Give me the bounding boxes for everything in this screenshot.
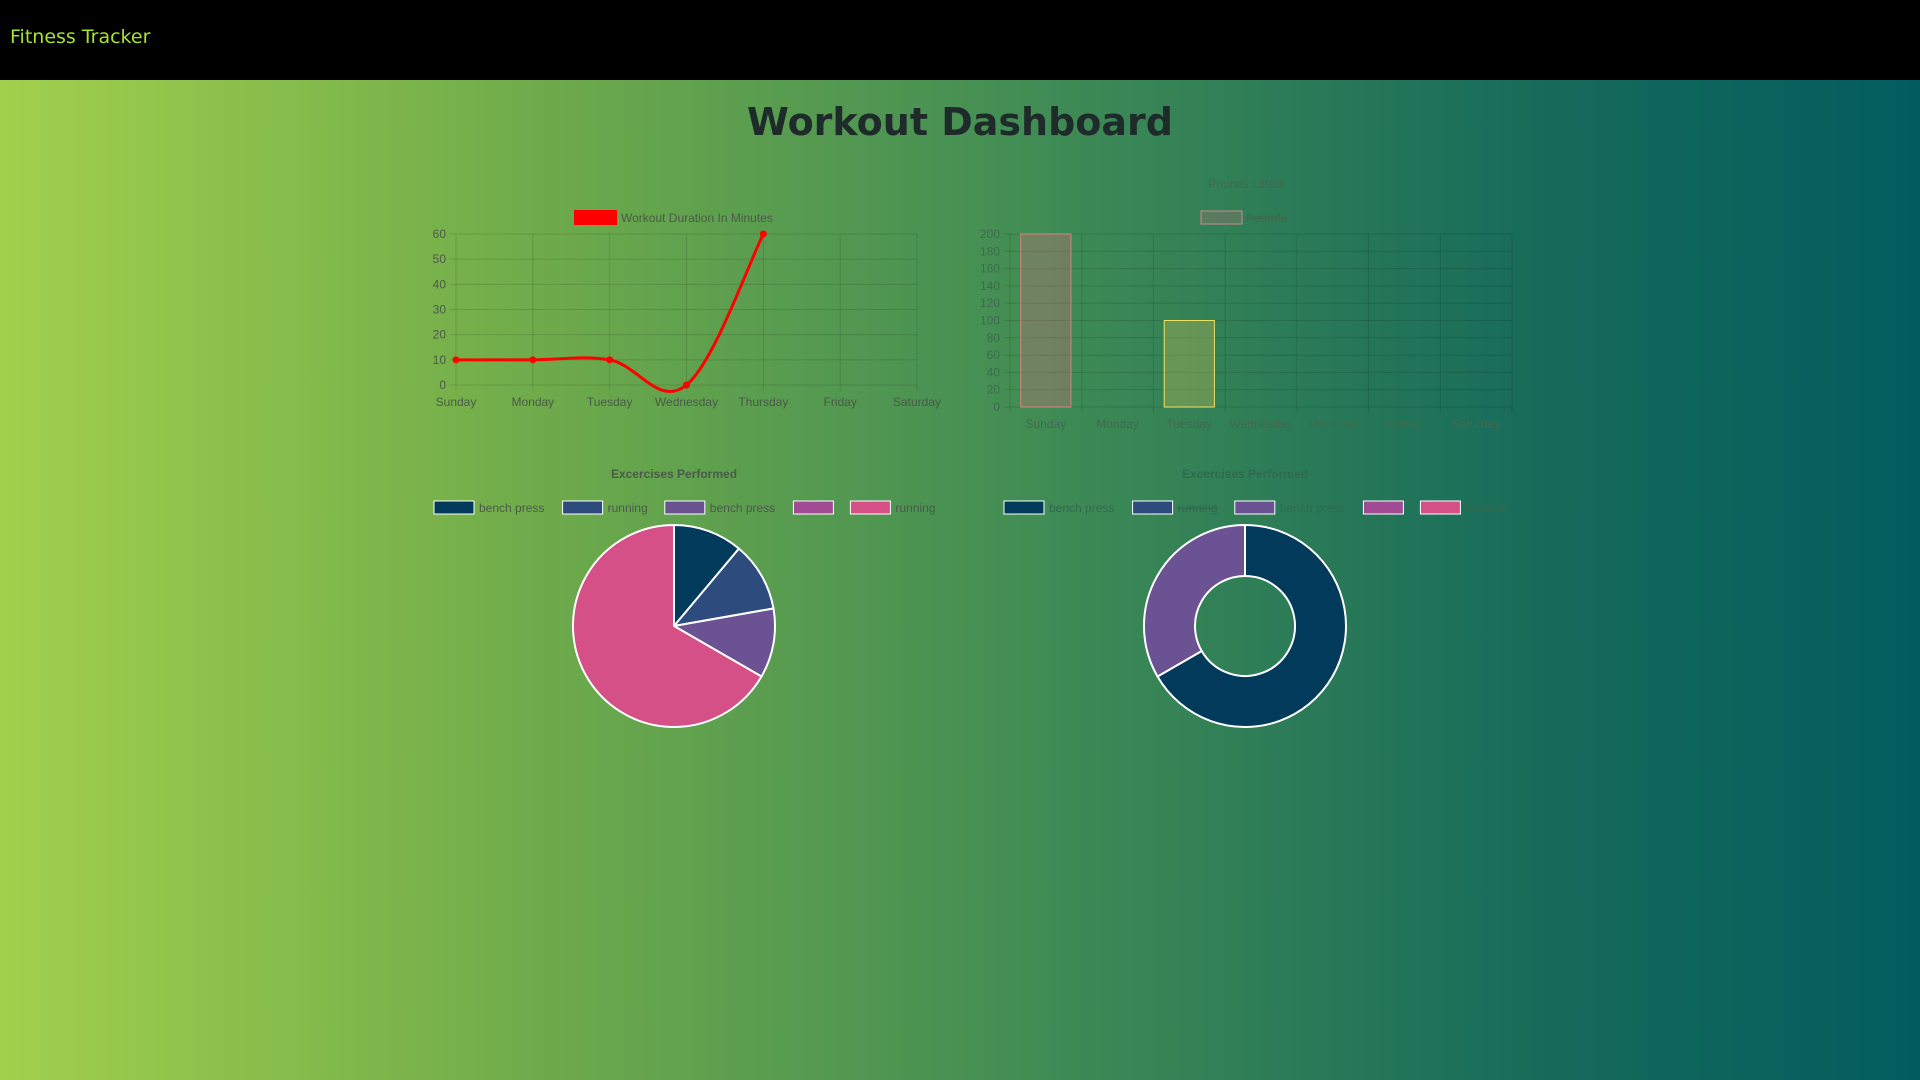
- line-chart-point[interactable]: [606, 356, 614, 364]
- legend-label: running: [608, 501, 648, 515]
- line-chart-y-tick-label: 50: [433, 252, 447, 266]
- bar-chart-y-tick-label: 180: [980, 244, 1000, 258]
- line-chart-y-tick-label: 30: [433, 303, 447, 317]
- bar-chart-x-tick-label: Monday: [1096, 417, 1139, 431]
- bar-chart-y-tick-label: 100: [980, 314, 1000, 328]
- line-chart-y-tick-label: 40: [433, 277, 447, 291]
- line-chart-x-tick-label: Tuesday: [587, 395, 633, 409]
- bar-chart-x-tick-label: Saturday: [1452, 417, 1500, 431]
- bar-chart-y-tick-label: 120: [980, 296, 1000, 310]
- pie-chart-slices: [572, 523, 776, 728]
- bar-chart-y-tick-label: 80: [987, 331, 1001, 345]
- legend-swatch[interactable]: [1132, 500, 1174, 515]
- pie-chart-title: Excercises Performed: [611, 467, 737, 481]
- doughnut-chart-slices: [1143, 523, 1347, 728]
- line-chart-x-tick-label: Sunday: [436, 395, 477, 409]
- line-chart-y-ticks: 0 10 20 30 40 50 60: [433, 227, 447, 392]
- bar-chart-bar[interactable]: [1020, 233, 1072, 408]
- bar-chart-x-tick-label: Wednesday: [1229, 417, 1292, 431]
- legend-swatch[interactable]: [1234, 500, 1276, 515]
- line-chart-y-tick-label: 20: [433, 328, 447, 342]
- doughnut-chart: Excercises Performed bench press running b…: [1003, 467, 1505, 728]
- legend-swatch[interactable]: [664, 500, 706, 515]
- legend-swatch-pounds[interactable]: [1200, 210, 1243, 225]
- bar-chart: Pounds Lifted Pounds 0 20 40 60 80 100 120 140 1…: [980, 177, 1513, 431]
- bar-chart-y-tick-label: 140: [980, 279, 1000, 293]
- line-chart-x-ticks: Sunday Monday Tuesday Wednesday Thursday Frid…: [436, 395, 941, 409]
- bar-chart-y-tick-label: 60: [987, 348, 1001, 362]
- legend-label-duration: Workout Duration In Minutes: [621, 211, 773, 225]
- legend-swatch[interactable]: [1419, 500, 1461, 515]
- legend-swatch[interactable]: [433, 500, 475, 515]
- bar-chart-bar[interactable]: [1163, 320, 1215, 408]
- pie-chart-legend: bench press running bench press running: [433, 500, 935, 515]
- legend-swatch[interactable]: [1003, 500, 1045, 515]
- doughnut-chart-legend: bench press running bench press running: [1003, 500, 1505, 515]
- bar-chart-y-tick-label: 40: [987, 365, 1001, 379]
- bar-chart-y-tick-label: 200: [980, 227, 1000, 241]
- bar-chart-y-tick-label: 20: [987, 383, 1001, 397]
- legend-swatch[interactable]: [849, 500, 891, 515]
- legend-label: bench press: [710, 501, 775, 515]
- line-chart-point[interactable]: [683, 381, 690, 389]
- legend-swatch[interactable]: [792, 500, 834, 515]
- line-chart-point[interactable]: [759, 230, 767, 238]
- line-chart-point[interactable]: [529, 356, 537, 364]
- legend-label: bench press: [479, 501, 544, 515]
- bar-chart-title: Pounds Lifted: [1208, 177, 1281, 191]
- line-chart-point[interactable]: [452, 356, 460, 364]
- legend-label: running: [895, 501, 935, 515]
- doughnut-chart-title: Excercises Performed: [1182, 467, 1308, 481]
- bar-chart-x-ticks: Sunday Monday Tuesday Wednesday Thursday Frid…: [1026, 417, 1501, 431]
- bar-chart-x-tick-label: Tuesday: [1166, 417, 1212, 431]
- line-chart-x-tick-label: Thursday: [738, 395, 788, 409]
- bar-chart-x-tick-label: Sunday: [1026, 417, 1067, 431]
- line-chart-y-tick-label: 10: [433, 353, 447, 367]
- legend-swatch-duration[interactable]: [574, 210, 617, 225]
- pie-chart: Excercises Performed bench press running b…: [433, 467, 935, 728]
- line-chart-y-tick-label: 60: [433, 227, 447, 241]
- bar-chart-grid: [1004, 233, 1513, 413]
- legend-label-pounds: Pounds: [1246, 211, 1287, 225]
- legend-label: running: [1178, 501, 1218, 515]
- line-chart-x-tick-label: Wednesday: [655, 395, 718, 409]
- legend-swatch[interactable]: [1362, 500, 1404, 515]
- bar-chart-x-tick-label: Thursday: [1308, 417, 1358, 431]
- legend-label: bench press: [1280, 501, 1345, 515]
- legend-label: bench press: [1049, 501, 1114, 515]
- legend-label: running: [1465, 501, 1505, 515]
- charts-canvas: Workout Duration In Minutes 0 10 20 30 40 50 6…: [433, 177, 1513, 728]
- line-chart-x-tick-label: Friday: [823, 395, 856, 409]
- bar-chart-y-tick-label: 0: [993, 400, 1000, 414]
- bar-chart-x-tick-label: Friday: [1388, 417, 1421, 431]
- line-chart-y-tick-label: 0: [439, 378, 446, 392]
- bar-chart-y-ticks: 0 20 40 60 80 100 120 140 160 180 200: [980, 227, 1000, 414]
- bar-chart-y-tick-label: 160: [980, 262, 1000, 276]
- legend-swatch[interactable]: [562, 500, 604, 515]
- doughnut-slice[interactable]: [1143, 523, 1246, 678]
- line-chart-x-tick-label: Saturday: [893, 395, 941, 409]
- line-chart-grid: [450, 233, 918, 391]
- line-chart-x-tick-label: Monday: [511, 395, 554, 409]
- line-chart: Workout Duration In Minutes 0 10 20 30 40 50 6…: [433, 210, 941, 409]
